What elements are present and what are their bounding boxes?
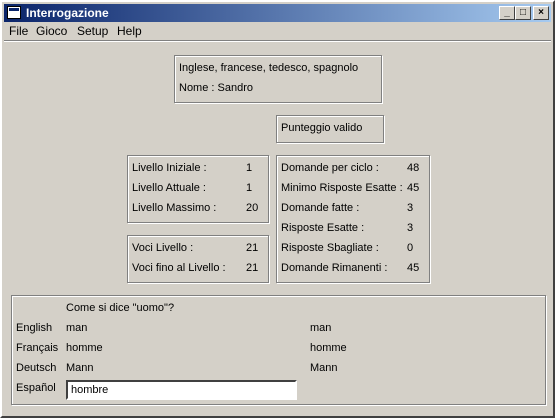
question-text: Come si dice "uomo"?	[66, 302, 175, 314]
menu-gioco[interactable]: Gioco	[36, 24, 67, 38]
menu-file[interactable]: File	[9, 24, 28, 38]
entries-upto-label: Voci fino al Livello :	[132, 262, 226, 274]
entries-upto-value: 21	[246, 262, 259, 274]
stat-correct-answers-label: Risposte Esatte :	[281, 222, 365, 234]
stat-questions-per-cycle-value: 48	[407, 162, 420, 174]
level-max-value: 20	[246, 202, 259, 214]
french-label: Français	[16, 342, 59, 354]
level-max-label: Livello Massimo :	[132, 202, 217, 214]
stat-questions-done-value: 3	[407, 202, 414, 214]
stat-questions-done-label: Domande fatte :	[281, 202, 360, 214]
stat-questions-per-cycle-label: Domande per ciclo :	[281, 162, 379, 174]
info-panel: Inglese, francese, tedesco, spagnolo Nom…	[174, 55, 382, 103]
stat-min-correct-label: Minimo Risposte Esatte :	[281, 182, 403, 194]
minimize-button[interactable]: _	[499, 6, 515, 20]
menu-separator	[4, 40, 551, 42]
languages-text: Inglese, francese, tedesco, spagnolo	[179, 62, 359, 74]
player-name-text: Nome : Sandro	[179, 82, 253, 94]
german-answer: Mann	[66, 362, 94, 374]
spanish-label: Español	[16, 382, 56, 394]
title-bar[interactable]: Interrogazione _ □ ×	[4, 4, 551, 22]
german-label: Deutsch	[16, 362, 57, 374]
french-answer: homme	[66, 342, 103, 354]
stat-remaining-label: Domande Rimanenti :	[281, 262, 388, 274]
score-status-text: Punteggio valido	[281, 122, 363, 134]
stat-wrong-answers-value: 0	[407, 242, 414, 254]
menu-bar: File Gioco Setup Help	[4, 22, 551, 40]
german-correct: Mann	[310, 362, 338, 374]
stat-wrong-answers-label: Risposte Sbagliate :	[281, 242, 379, 254]
entries-panel: Voci Livello : 21 Voci fino al Livello :…	[127, 235, 269, 283]
spanish-answer-input[interactable]: hombre	[66, 380, 297, 400]
english-label: English	[16, 322, 53, 334]
french-correct: homme	[310, 342, 347, 354]
menu-help[interactable]: Help	[117, 24, 142, 38]
main-window: Interrogazione _ □ × File Gioco Setup He…	[0, 0, 555, 418]
levels-panel: Livello Iniziale : 1 Livello Attuale : 1…	[127, 155, 269, 223]
stat-correct-answers-value: 3	[407, 222, 414, 234]
stat-min-correct-value: 45	[407, 182, 420, 194]
quiz-panel: Come si dice "uomo"? English man man Fra…	[11, 295, 546, 405]
maximize-button[interactable]: □	[515, 6, 531, 20]
entries-level-value: 21	[246, 242, 259, 254]
menu-setup[interactable]: Setup	[77, 24, 108, 38]
stat-remaining-value: 45	[407, 262, 420, 274]
level-initial-label: Livello Iniziale :	[132, 162, 207, 174]
level-current-label: Livello Attuale :	[132, 182, 206, 194]
score-status-panel: Punteggio valido	[276, 115, 384, 143]
level-initial-value: 1	[246, 162, 253, 174]
window-icon	[7, 6, 21, 19]
close-button[interactable]: ×	[533, 6, 549, 20]
english-answer: man	[66, 322, 88, 334]
window-title: Interrogazione	[26, 6, 109, 20]
english-correct: man	[310, 322, 332, 334]
stats-panel: Domande per ciclo : 48 Minimo Risposte E…	[276, 155, 430, 283]
entries-level-label: Voci Livello :	[132, 242, 194, 254]
level-current-value: 1	[246, 182, 253, 194]
